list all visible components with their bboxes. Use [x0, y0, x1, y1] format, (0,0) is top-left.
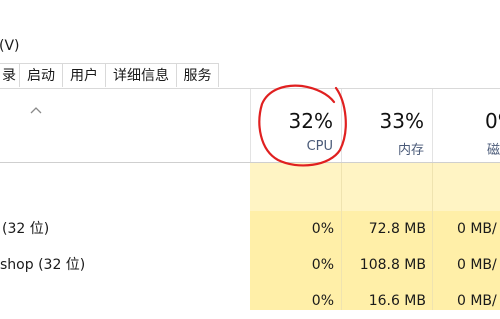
process-memory: 16.6 MB: [368, 293, 426, 309]
process-memory: 108.8 MB: [359, 257, 426, 273]
process-cpu: 0%: [311, 257, 334, 273]
chevron-up-icon[interactable]: [30, 106, 42, 114]
menu-item-view[interactable]: (V): [0, 34, 20, 58]
cpu-column-label: CPU: [306, 139, 333, 154]
column-header-disk[interactable]: 0% 磁: [433, 89, 500, 162]
process-disk: 0 MB/: [457, 293, 497, 309]
cpu-total-percent: 32%: [288, 109, 333, 133]
tab-users[interactable]: 用户: [63, 63, 106, 87]
memory-column-label: 内存: [397, 143, 424, 158]
table-row[interactable]: shop (32 位) 0% 108.8 MB 0 MB/: [0, 247, 500, 283]
column-header-cpu[interactable]: 32% CPU: [251, 89, 341, 162]
column-header-memory[interactable]: 33% 内存: [342, 89, 432, 162]
tab-startup[interactable]: 启动: [20, 63, 63, 87]
tab-strip: 录 启动 用户 详细信息 服务: [0, 63, 500, 89]
process-cpu: 0%: [311, 293, 334, 309]
memory-total-percent: 33%: [379, 109, 424, 133]
disk-column-label: 磁: [487, 143, 500, 158]
process-cpu: 0%: [311, 221, 334, 237]
process-disk: 0 MB/: [457, 221, 497, 237]
column-header-row: 32% CPU 33% 内存 0% 磁: [0, 89, 500, 163]
process-disk: 0 MB/: [457, 257, 497, 273]
tab-services[interactable]: 服务: [177, 63, 219, 87]
process-memory: 72.8 MB: [368, 221, 426, 237]
table-row[interactable]: 0% 16.6 MB 0 MB/: [0, 283, 500, 319]
table-row[interactable]: (32 位) 0% 72.8 MB 0 MB/: [0, 211, 500, 247]
process-name: shop (32 位): [0, 257, 86, 273]
disk-total-percent: 0%: [485, 109, 500, 133]
tab-app-history[interactable]: 录: [0, 63, 20, 87]
process-name: (32 位): [2, 221, 50, 237]
tab-details[interactable]: 详细信息: [106, 63, 177, 87]
menu-bar: (V): [0, 34, 500, 58]
